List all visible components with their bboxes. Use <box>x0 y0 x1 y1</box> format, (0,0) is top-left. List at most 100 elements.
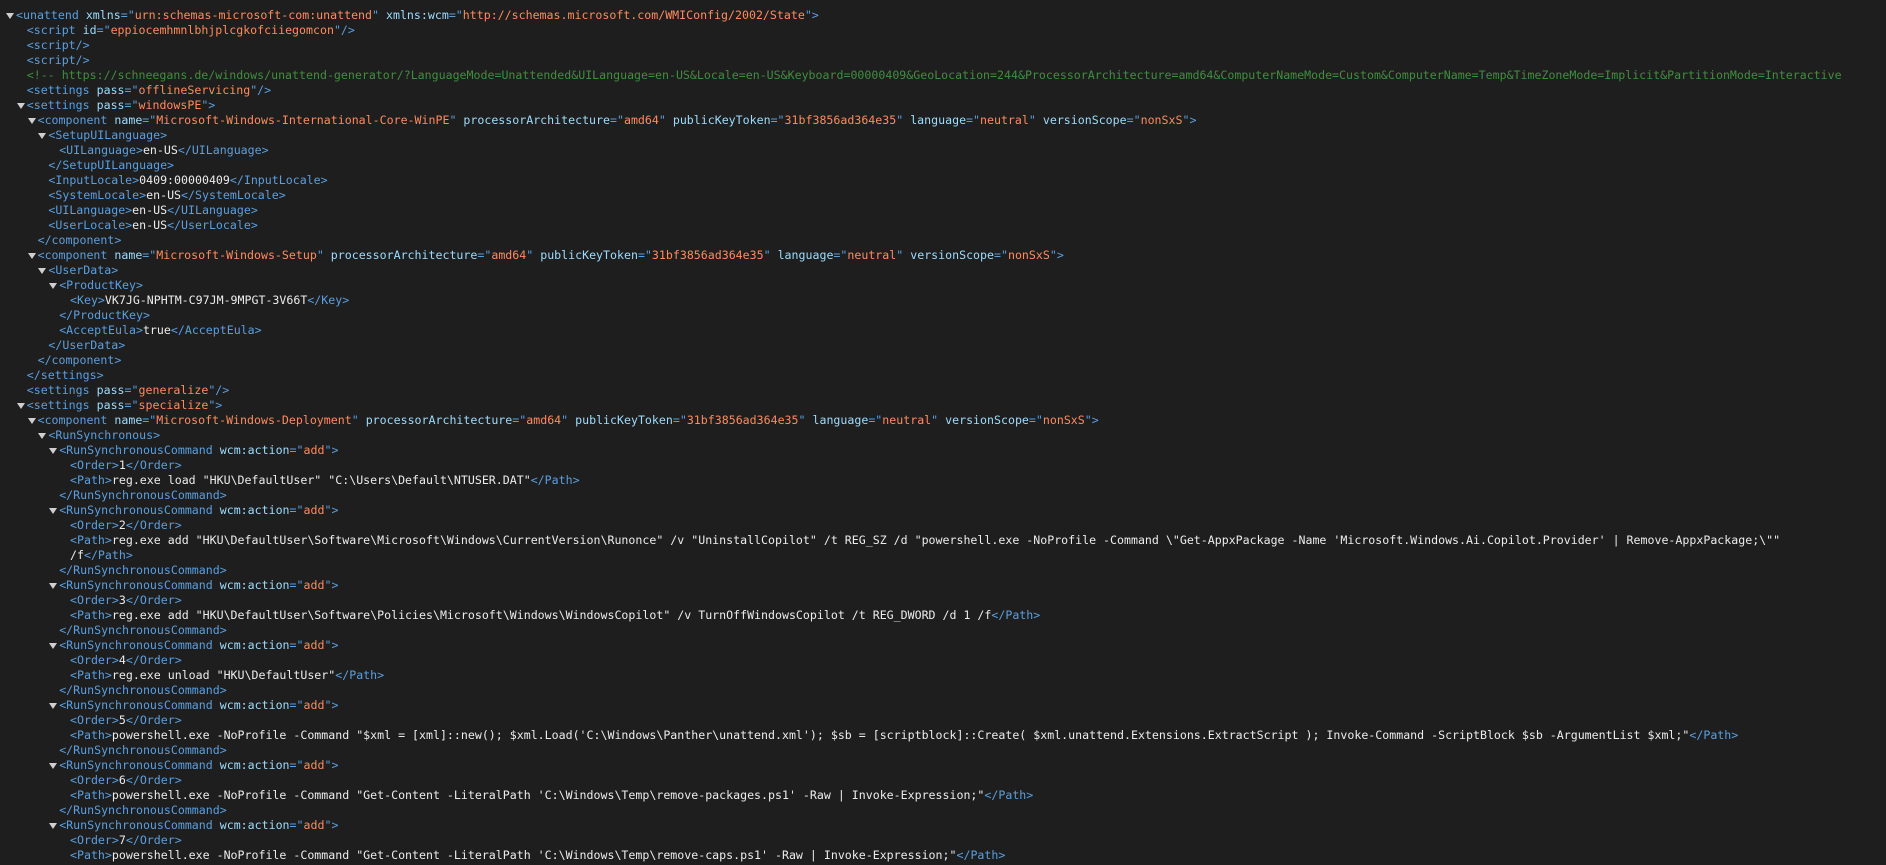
xml-line: <settings pass="offlineServicing"/> <box>0 83 1886 98</box>
xml-tag: =" <box>289 758 304 772</box>
xml-tag: "/> <box>208 383 230 397</box>
xml-tag: <UILanguage> <box>48 203 133 217</box>
collapse-toggle-icon[interactable] <box>27 413 37 428</box>
xml-tag: =" <box>770 113 785 127</box>
xml-line: <script/> <box>0 53 1886 68</box>
xml-tag: " <box>561 413 576 427</box>
xml-tag: <Path> <box>70 668 112 682</box>
xml-tag: "> <box>201 98 216 112</box>
xml-line-content: /f</Path> <box>70 548 133 563</box>
collapse-toggle-icon[interactable] <box>48 278 58 293</box>
xml-tag: </RunSynchronousCommand> <box>59 683 227 697</box>
xml-tag: <UILanguage> <box>59 143 143 157</box>
xml-line: <Path>powershell.exe -NoProfile -Command… <box>0 848 1886 863</box>
collapse-toggle-icon[interactable] <box>37 128 47 143</box>
collapse-toggle-icon[interactable] <box>48 698 58 713</box>
xml-text-content: reg.exe add "HKU\DefaultUser\Software\Mi… <box>111 533 1781 547</box>
collapse-toggle-icon[interactable] <box>37 428 47 443</box>
xml-tag: </Order> <box>125 593 182 607</box>
xml-line: <unattend xmlns="urn:schemas-microsoft-c… <box>0 8 1886 23</box>
collapse-toggle-icon[interactable] <box>37 263 47 278</box>
collapse-toggle-icon[interactable] <box>48 578 58 593</box>
xml-line-content: <Order>7</Order> <box>70 833 182 848</box>
xml-attribute-value: offlineServicing <box>138 83 251 97</box>
xml-text-content: en-US <box>132 218 168 232</box>
xml-attribute-name: pass <box>96 98 125 112</box>
xml-line: <Order>3</Order> <box>0 593 1886 608</box>
xml-line: <UILanguage>en-US</UILanguage> <box>0 203 1886 218</box>
xml-line-content: <component name="Microsoft-Windows-Inter… <box>38 113 1197 128</box>
xml-line-content: <component name="Microsoft-Windows-Deplo… <box>38 413 1099 428</box>
xml-line-content: <RunSynchronousCommand wcm:action="add"> <box>59 758 338 773</box>
xml-tag: <script/> <box>26 38 90 52</box>
collapse-toggle-icon[interactable] <box>16 98 26 113</box>
xml-tag: <RunSynchronousCommand <box>59 638 220 652</box>
xml-attribute-value: nonSxS <box>1042 413 1085 427</box>
xml-attribute-value: nonSxS <box>1140 113 1183 127</box>
collapse-toggle-icon[interactable] <box>27 113 37 128</box>
xml-line: <InputLocale>0409:00000409</InputLocale> <box>0 173 1886 188</box>
xml-tag: <RunSynchronousCommand <box>59 578 220 592</box>
xml-line: <SetupUILanguage> <box>0 128 1886 143</box>
xml-tag: <component <box>37 413 115 427</box>
xml-tag: </Key> <box>307 293 350 307</box>
xml-text-content: 7 <box>118 833 126 847</box>
xml-attribute-name: wcm:action <box>219 818 290 832</box>
xml-tag: =" <box>289 638 304 652</box>
xml-tag: =" <box>120 8 135 22</box>
xml-line-content: </RunSynchronousCommand> <box>59 743 227 758</box>
xml-line-content: <Path>powershell.exe -NoProfile -Command… <box>70 728 1738 743</box>
xml-attribute-name: wcm:action <box>219 758 290 772</box>
xml-tag: "> <box>324 818 339 832</box>
xml-text-content: reg.exe load "HKU\DefaultUser" "C:\Users… <box>111 473 531 487</box>
xml-attribute-name: name <box>114 413 143 427</box>
xml-line: <Order>7</Order> <box>0 833 1886 848</box>
xml-line-content: <UILanguage>en-US</UILanguage> <box>59 143 268 158</box>
collapse-toggle-icon[interactable] <box>48 758 58 773</box>
xml-line: </component> <box>0 353 1886 368</box>
xml-tag: "> <box>804 8 819 22</box>
xml-attribute-name: language <box>777 248 834 262</box>
xml-line-content: </UserData> <box>48 338 125 353</box>
xml-tag: </UserLocale> <box>167 218 258 232</box>
xml-comment: <!-- https://schneegans.de/windows/unatt… <box>26 68 1842 82</box>
collapse-toggle-icon[interactable] <box>16 398 26 413</box>
collapse-toggle-icon[interactable] <box>48 818 58 833</box>
xml-line: </RunSynchronousCommand> <box>0 803 1886 818</box>
xml-tag: <Path> <box>70 473 112 487</box>
xml-text-content: en-US <box>142 143 178 157</box>
xml-line-content: <RunSynchronousCommand wcm:action="add"> <box>59 578 338 593</box>
xml-text-content: true <box>142 323 171 337</box>
xml-tag: <Order> <box>70 773 119 787</box>
xml-tag: </RunSynchronousCommand> <box>59 563 227 577</box>
xml-tag: </Path> <box>530 473 580 487</box>
xml-attribute-name: name <box>114 113 143 127</box>
collapse-toggle-icon[interactable] <box>48 638 58 653</box>
xml-attribute-name: versionScope <box>1042 113 1127 127</box>
xml-tag: <ProductKey> <box>59 278 143 292</box>
collapse-toggle-icon[interactable] <box>5 8 15 23</box>
collapse-toggle-icon[interactable] <box>48 443 58 458</box>
collapse-toggle-icon[interactable] <box>48 503 58 518</box>
xml-tag: <Order> <box>70 713 119 727</box>
xml-tag: =" <box>672 413 687 427</box>
xml-line: /f</Path> <box>0 548 1886 563</box>
xml-tag: <settings <box>26 98 97 112</box>
xml-tag: =" <box>833 248 848 262</box>
collapse-toggle-icon[interactable] <box>27 248 37 263</box>
xml-tag: "> <box>324 578 339 592</box>
xml-attribute-name: id <box>82 23 97 37</box>
xml-line-content: <Path>reg.exe unload "HKU\DefaultUser"</… <box>70 668 384 683</box>
xml-attribute-value: generalize <box>138 383 209 397</box>
xml-tag: </component> <box>37 353 122 367</box>
xml-line: <Order>4</Order> <box>0 653 1886 668</box>
xml-line-content: <settings pass="offlineServicing"/> <box>27 83 271 98</box>
xml-line: <component name="Microsoft-Windows-Inter… <box>0 113 1886 128</box>
xml-tag: =" <box>96 23 111 37</box>
xml-attribute-value: amd64 <box>623 113 659 127</box>
xml-tag: <component <box>37 248 115 262</box>
xml-line-content: <RunSynchronousCommand wcm:action="add"> <box>59 503 338 518</box>
xml-tag: <Key> <box>70 293 105 307</box>
xml-line: <Path>powershell.exe -NoProfile -Command… <box>0 788 1886 803</box>
xml-tag: <RunSynchronousCommand <box>59 698 220 712</box>
